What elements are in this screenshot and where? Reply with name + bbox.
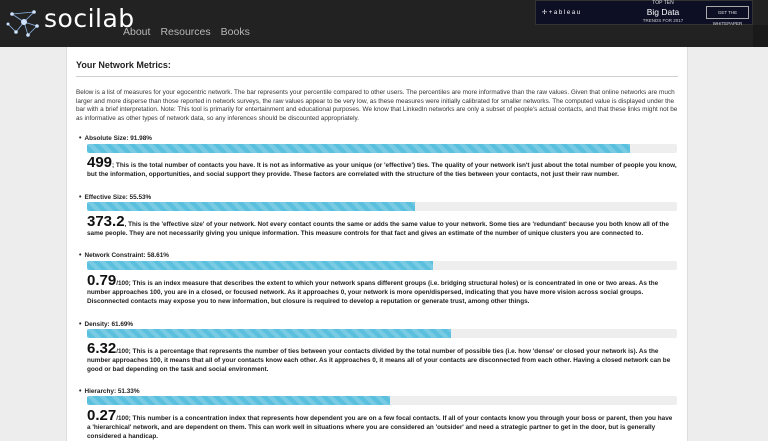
metric-value: 0.27 <box>87 407 117 424</box>
metric-suffix: /100 <box>116 280 129 287</box>
bullet-icon: • <box>79 388 82 395</box>
title-divider <box>76 76 678 77</box>
metric-label-text: Density: 61.69% <box>84 321 134 328</box>
nav-resources[interactable]: Resources <box>160 26 210 38</box>
logo-text[interactable]: socilab <box>44 4 135 33</box>
metric-value: 0.79 <box>87 272 117 289</box>
progress-bar-hierarchy <box>87 396 677 405</box>
metric-label-density: • Density: 61.69% <box>79 321 133 328</box>
metric-label-hierarchy: • Hierarchy: 51.33% <box>79 388 140 395</box>
metric-label-effective-size: • Effective Size: 55.53% <box>79 194 151 201</box>
metric-text: ; This is an index measure that describe… <box>87 280 659 305</box>
metrics-panel: Your Network Metrics: Below is a list of… <box>66 47 688 441</box>
metric-desc-network-constraint: 0.79/100; This is an index measure that … <box>87 273 677 306</box>
metric-value: 373.2 <box>87 213 125 230</box>
bullet-icon: • <box>79 321 82 328</box>
bullet-icon: • <box>79 252 82 259</box>
metric-desc-effective-size: 373.2, This is the 'effective size' of y… <box>87 214 677 238</box>
bullet-icon: • <box>79 135 82 142</box>
page-title: Your Network Metrics: <box>76 60 171 70</box>
main-nav: About Resources Books <box>123 26 250 38</box>
metric-label-absolute-size: • Absolute Size: 91.98% <box>79 135 152 142</box>
metric-label-text: Absolute Size: 91.98% <box>84 135 152 142</box>
metric-value: 499 <box>87 154 113 171</box>
header-edge <box>753 25 768 47</box>
nav-about[interactable]: About <box>123 26 150 38</box>
metric-text: ; This is a percentage that represents t… <box>87 348 671 373</box>
progress-fill <box>87 261 433 270</box>
socilab-logo-icon[interactable] <box>4 4 44 40</box>
metric-label-text: Network Constraint: 58.61% <box>84 252 169 259</box>
metric-label-text: Effective Size: 55.53% <box>84 194 152 201</box>
ad-top-line: TOP TEN <box>652 0 674 6</box>
tableau-ad-banner[interactable]: ✢ + a b l e a u TOP TEN Big Data TRENDS … <box>535 0 753 26</box>
metric-desc-hierarchy: 0.27/100; This number is a concentration… <box>87 408 677 441</box>
metric-desc-density: 6.32/100; This is a percentage that repr… <box>87 341 677 374</box>
metric-suffix: /100 <box>116 348 129 355</box>
ad-subline: TRENDS FOR 2017 <box>642 18 684 23</box>
ad-headline: Big Data <box>646 7 680 17</box>
nav-books[interactable]: Books <box>221 26 250 38</box>
ad-brand: ✢ + a b l e a u <box>542 10 581 16</box>
metric-text: , This is the 'effective size' of your n… <box>87 221 669 237</box>
metric-text: ; This number is a concentration index t… <box>87 415 673 440</box>
progress-bar-network-constraint <box>87 261 677 270</box>
metric-label-network-constraint: • Network Constraint: 58.61% <box>79 252 169 259</box>
progress-fill <box>87 202 415 211</box>
metric-text: ; This is the total number of contacts y… <box>87 162 677 178</box>
metric-suffix: /100 <box>116 415 129 422</box>
metric-value: 6.32 <box>87 340 117 357</box>
progress-bar-density <box>87 329 677 338</box>
progress-bar-effective-size <box>87 202 677 211</box>
progress-fill <box>87 144 630 153</box>
progress-fill <box>87 329 451 338</box>
ad-cta-button[interactable]: GET THE WHITEPAPER <box>706 6 749 26</box>
progress-fill <box>87 396 390 405</box>
bullet-icon: • <box>79 194 82 201</box>
top-header: socilab About Resources Books ✢ + a b l … <box>0 0 768 47</box>
metric-desc-absolute-size: 499; This is the total number of contact… <box>87 155 677 179</box>
progress-bar-absolute-size <box>87 144 677 153</box>
metric-label-text: Hierarchy: 51.33% <box>84 388 140 395</box>
intro-text: Below is a list of measures for your ego… <box>76 89 678 122</box>
